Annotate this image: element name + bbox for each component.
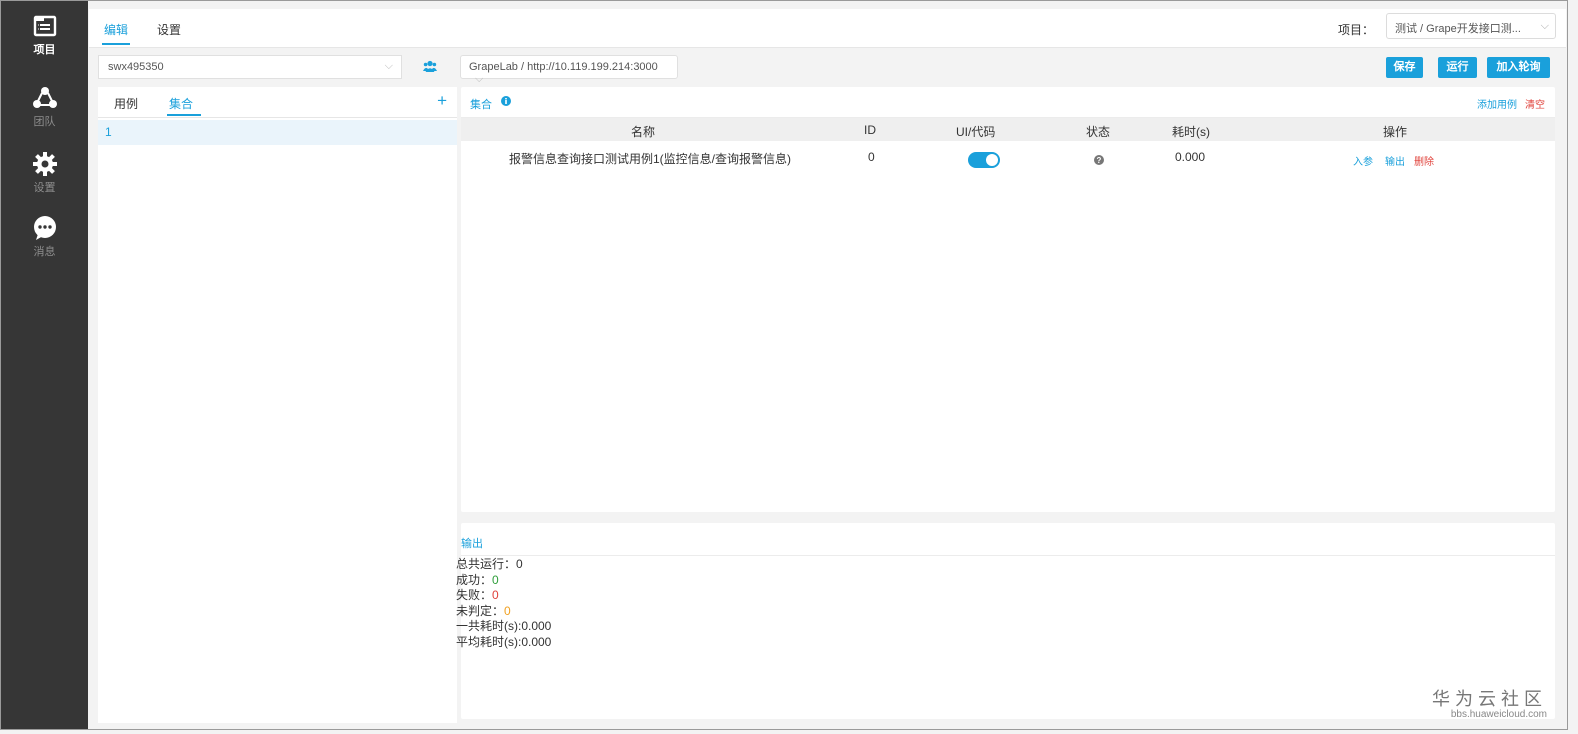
undetermined-label: 未判定：	[456, 603, 505, 618]
output-body: 总共运行：0 成功：0 失败：0 未判定：0 一共耗时(s):0.000 平均耗…	[456, 557, 551, 650]
collection-title: 集合	[470, 99, 492, 111]
tab-collections[interactable]: 集合	[166, 95, 202, 116]
output-undetermined-line: 未判定：0	[456, 604, 551, 620]
list-item[interactable]: 1	[98, 120, 457, 145]
row-time: 0.000	[1175, 150, 1206, 164]
project-select[interactable]: 测试 / Grape开发接口测... ⌵	[1386, 13, 1556, 39]
sidebar: 项目 团队 设置 消息	[1, 1, 88, 729]
sidebar-item-settings[interactable]: 设置	[1, 151, 88, 195]
user-select[interactable]: swx495350 ⌵	[98, 55, 402, 79]
output-panel: 输出 总共运行：0 成功：0 失败：0 未判定：0 一共耗时(s):0.000 …	[456, 523, 1555, 719]
tab-cases[interactable]: 用例	[114, 95, 138, 112]
run-button[interactable]: 运行	[1438, 57, 1477, 78]
top-bar: 编辑 设置 项目： 测试 / Grape开发接口测... ⌵	[89, 9, 1566, 48]
table-header: 名称 ID UI/代码 状态 耗时(s) 操作	[461, 118, 1555, 141]
fail-label: 失败：	[456, 588, 493, 602]
gear-icon	[32, 152, 57, 176]
team-icon	[32, 87, 57, 108]
project-label: 项目：	[1337, 23, 1374, 37]
chevron-down-icon: ⌵	[384, 60, 393, 72]
tab-settings[interactable]: 设置	[157, 21, 181, 38]
output-total-line: 总共运行：0	[456, 557, 551, 573]
case-list-panel: 用例 集合 + 1	[98, 87, 457, 723]
success-label: 成功：	[456, 572, 493, 587]
collection-panel: 集合 添加用例 清空 名称 ID UI/代码 状态 耗时(s) 操作 报警信息查…	[461, 87, 1555, 512]
app-frame: 项目 团队 设置 消息 编辑 设置 项目： 测试 / Grape开发接口测...…	[0, 0, 1568, 730]
project-icon	[33, 15, 56, 37]
sidebar-item-project[interactable]: 项目	[1, 13, 88, 57]
column-actions: 操作	[1383, 125, 1408, 139]
total-value: 0	[516, 557, 523, 571]
watermark-url: bbs.huaweicloud.com	[1450, 709, 1547, 720]
svg-text:?: ?	[1097, 156, 1102, 165]
row-id: 0	[868, 150, 875, 164]
output-title: 输出	[461, 538, 483, 550]
delete-link[interactable]: 删除	[1414, 153, 1434, 168]
column-ui-code: UI/代码	[956, 125, 996, 139]
total-label: 总共运行：	[456, 557, 517, 571]
output-total-time: 一共耗时(s):0.000	[456, 619, 552, 633]
row-name: 报警信息查询接口测试用例1(监控信息/查询报警信息)	[509, 152, 792, 166]
environment-select[interactable]: GrapeLab / http://10.119.199.214:3000 ⌵	[460, 55, 678, 85]
watermark: 华为云社区 bbs.huaweicloud.com	[1432, 689, 1547, 721]
sidebar-label-project: 项目	[33, 44, 56, 56]
sidebar-label-messages: 消息	[33, 246, 56, 258]
output-success-line: 成功：0	[456, 573, 551, 589]
output-avg-time: 平均耗时(s):0.000	[456, 634, 552, 649]
sidebar-label-settings: 设置	[33, 182, 56, 194]
column-time: 耗时(s)	[1172, 125, 1210, 139]
environment-select-value: GrapeLab / http://10.119.199.214:3000	[469, 61, 658, 73]
chevron-down-icon: ⌵	[1540, 20, 1549, 32]
user-select-value: swx495350	[108, 61, 164, 73]
message-icon	[33, 216, 56, 240]
collection-header: 集合 添加用例 清空	[461, 87, 1555, 118]
column-id: ID	[864, 123, 876, 137]
output-link[interactable]: 输出	[1385, 153, 1405, 168]
watermark-title: 华为云社区	[1432, 689, 1547, 709]
output-fail-line: 失败：0	[456, 588, 551, 604]
tab-edit[interactable]: 编辑	[101, 21, 131, 45]
chevron-down-icon: ⌵	[475, 73, 484, 85]
sidebar-item-team[interactable]: 团队	[1, 85, 88, 129]
column-name: 名称	[631, 125, 656, 139]
column-status: 状态	[1086, 125, 1111, 139]
ui-code-toggle[interactable]	[968, 152, 1000, 168]
success-value: 0	[492, 572, 499, 587]
output-header: 输出	[461, 523, 1555, 556]
undetermined-value: 0	[504, 603, 511, 618]
add-case-link[interactable]: 添加用例	[1477, 96, 1517, 111]
fail-value: 0	[492, 588, 499, 602]
info-icon[interactable]	[501, 96, 511, 106]
add-collection-button[interactable]: +	[437, 91, 447, 111]
sidebar-item-messages[interactable]: 消息	[1, 215, 88, 259]
users-icon[interactable]	[423, 60, 437, 72]
clear-link[interactable]: 清空	[1525, 96, 1545, 111]
sidebar-label-team: 团队	[33, 116, 56, 128]
case-list-tabs: 用例 集合 +	[98, 87, 457, 118]
add-to-poll-button[interactable]: 加入轮询	[1487, 57, 1550, 78]
input-params-link[interactable]: 入参	[1353, 153, 1373, 168]
save-button[interactable]: 保存	[1386, 57, 1423, 78]
help-icon: ?	[1094, 155, 1104, 165]
project-select-value: 测试 / Grape开发接口测...	[1395, 23, 1521, 35]
